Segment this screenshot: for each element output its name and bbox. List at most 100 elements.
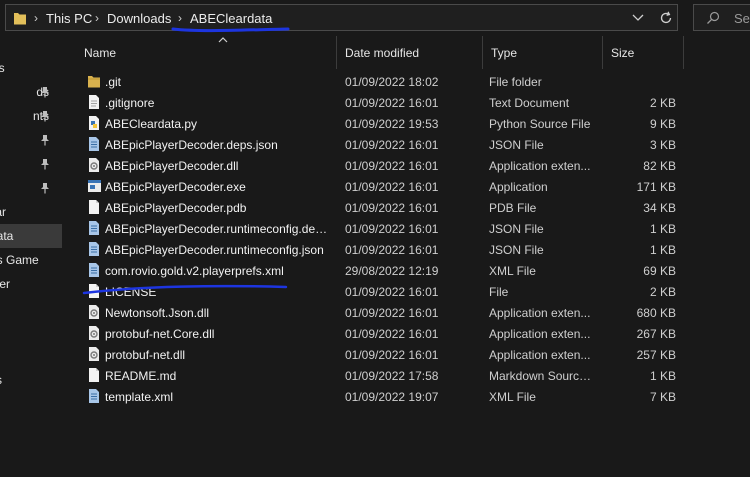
- file-type: XML File: [489, 264, 536, 278]
- file-row[interactable]: ABEpicPlayerDecoder.dll 01/09/2022 16:01 A…: [78, 155, 750, 176]
- file-name: com.rovio.gold.v2.playerprefs.xml: [105, 264, 284, 278]
- pin-icon: [41, 159, 49, 170]
- file-type: Application exten...: [489, 348, 591, 362]
- file-row[interactable]: README.md 01/09/2022 17:58 Markdown Source…: [78, 365, 750, 386]
- file-size: 7 KB: [649, 390, 676, 404]
- file-name: .git: [105, 75, 122, 89]
- file-row[interactable]: template.xml 01/09/2022 19:07 XML File 7 KB: [78, 386, 750, 407]
- navigation-pane: essdsntslearrdatards Gameettertsntsds: [0, 36, 62, 477]
- nav-item[interactable]: rds Game: [0, 248, 62, 272]
- file-size: 1 KB: [649, 222, 676, 236]
- nav-item-label: nts: [0, 373, 2, 387]
- file-date-modified: 01/09/2022 16:01: [345, 306, 439, 320]
- file-size: 3 KB: [649, 138, 676, 152]
- file-row[interactable]: ABEpicPlayerDecoder.deps.json 01/09/2022 …: [78, 134, 750, 155]
- file-size: 82 KB: [643, 159, 676, 173]
- file-size: 171 KB: [636, 180, 676, 194]
- file-size: 2 KB: [649, 285, 676, 299]
- nav-item[interactable]: [0, 152, 62, 176]
- blank-file-icon: [89, 200, 99, 214]
- nav-item[interactable]: [0, 344, 62, 368]
- file-size: 1 KB: [649, 369, 676, 383]
- column-header-name-label: Name: [84, 46, 117, 60]
- nav-item-label: rdata: [0, 229, 14, 243]
- file-name: ABECleardata.py: [105, 117, 198, 131]
- file-name: ABEpicPlayerDecoder.runtimeconfig.json: [105, 243, 324, 257]
- json-file-icon: [89, 137, 99, 151]
- file-type: Application exten...: [489, 306, 591, 320]
- nav-item[interactable]: lear: [0, 200, 62, 224]
- file-row[interactable]: protobuf-net.Core.dll 01/09/2022 16:01 App…: [78, 323, 750, 344]
- file-name: ABEpicPlayerDecoder.pdb: [105, 201, 247, 215]
- file-size: 680 KB: [636, 306, 676, 320]
- file-size: 267 KB: [636, 327, 676, 341]
- nav-item[interactable]: [0, 296, 62, 320]
- breadcrumb-abecleardata[interactable]: ABECleardata: [190, 11, 272, 26]
- column-header-date[interactable]: Date modified: [337, 36, 483, 69]
- file-size: 69 KB: [643, 264, 676, 278]
- file-type: Text Document: [489, 96, 570, 110]
- breadcrumb-downloads[interactable]: Downloads: [107, 11, 171, 26]
- file-row[interactable]: ABEpicPlayerDecoder.runtimeconfig.json 01…: [78, 239, 750, 260]
- column-header-row: Name Date modified Type Size: [62, 36, 750, 69]
- nav-item[interactable]: nts: [0, 368, 62, 392]
- file-row[interactable]: ABECleardata.py 01/09/2022 19:53 Python So…: [78, 113, 750, 134]
- file-row[interactable]: .git 01/09/2022 18:02 File folder: [78, 71, 750, 92]
- file-row[interactable]: .gitignore 01/09/2022 16:01 Text Document 2…: [78, 92, 750, 113]
- address-bar[interactable]: › This PC › Downloads › ABECleardata: [5, 4, 678, 31]
- file-type: Application exten...: [489, 159, 591, 173]
- nav-item[interactable]: etter: [0, 272, 62, 296]
- file-row[interactable]: Newtonsoft.Json.dll 01/09/2022 16:01 Appli…: [78, 302, 750, 323]
- sort-ascending-icon: [218, 37, 228, 43]
- breadcrumb-separator: ›: [178, 11, 182, 25]
- address-toolbar: › This PC › Downloads › ABECleardata Se: [0, 0, 750, 36]
- text-file-icon: [89, 95, 99, 109]
- refresh-icon[interactable]: [658, 10, 674, 26]
- column-header-size[interactable]: Size: [603, 36, 684, 69]
- python-file-icon: [89, 116, 99, 130]
- file-row[interactable]: protobuf-net.dll 01/09/2022 16:01 Applicat…: [78, 344, 750, 365]
- file-date-modified: 01/09/2022 19:53: [345, 117, 439, 131]
- file-type: JSON File: [489, 243, 544, 257]
- file-row[interactable]: com.rovio.gold.v2.playerprefs.xml 29/08/2…: [78, 260, 750, 281]
- file-row[interactable]: ABEpicPlayerDecoder.pdb 01/09/2022 16:01 P…: [78, 197, 750, 218]
- nav-item-label: rds Game: [0, 253, 39, 267]
- breadcrumb-this-pc[interactable]: This PC: [46, 11, 92, 26]
- file-date-modified: 01/09/2022 16:01: [345, 222, 439, 236]
- column-header-date-label: Date modified: [345, 46, 420, 60]
- xml-file-icon: [89, 263, 99, 277]
- nav-item[interactable]: nts: [0, 104, 62, 128]
- file-size: 257 KB: [636, 348, 676, 362]
- column-header-type[interactable]: Type: [483, 36, 603, 69]
- file-name: ABEpicPlayerDecoder.exe: [105, 180, 246, 194]
- file-name: protobuf-net.Core.dll: [105, 327, 215, 341]
- nav-item[interactable]: ess: [0, 56, 62, 80]
- dll-file-icon: [89, 347, 99, 361]
- file-type: Application: [489, 180, 548, 194]
- file-size: 34 KB: [643, 201, 676, 215]
- blank-file-icon: [89, 284, 99, 298]
- file-date-modified: 01/09/2022 16:01: [345, 327, 439, 341]
- nav-item[interactable]: ts: [0, 320, 62, 344]
- nav-item[interactable]: [0, 128, 62, 152]
- file-row[interactable]: LICENSE 01/09/2022 16:01 File 2 KB: [78, 281, 750, 302]
- file-size: 1 KB: [649, 243, 676, 257]
- column-header-name[interactable]: Name: [76, 36, 337, 69]
- nav-item-label: etter: [0, 277, 11, 291]
- search-box[interactable]: Se: [693, 4, 750, 31]
- nav-item[interactable]: rdata: [0, 224, 62, 248]
- file-type: XML File: [489, 390, 536, 404]
- file-name: protobuf-net.dll: [105, 348, 186, 362]
- file-date-modified: 01/09/2022 16:01: [345, 285, 439, 299]
- breadcrumb-separator: ›: [95, 11, 99, 25]
- nav-item[interactable]: [0, 176, 62, 200]
- chevron-down-icon[interactable]: [630, 11, 646, 25]
- file-date-modified: 01/09/2022 16:01: [345, 96, 439, 110]
- file-row[interactable]: ABEpicPlayerDecoder.exe 01/09/2022 16:01 A…: [78, 176, 750, 197]
- nav-item-label: ess: [0, 61, 5, 75]
- json-file-icon: [89, 221, 99, 235]
- nav-item[interactable]: ds: [0, 80, 62, 104]
- file-row[interactable]: ABEpicPlayerDecoder.runtimeconfig.dev...…: [78, 218, 750, 239]
- nav-item[interactable]: ds: [0, 392, 62, 416]
- file-name: .gitignore: [105, 96, 155, 110]
